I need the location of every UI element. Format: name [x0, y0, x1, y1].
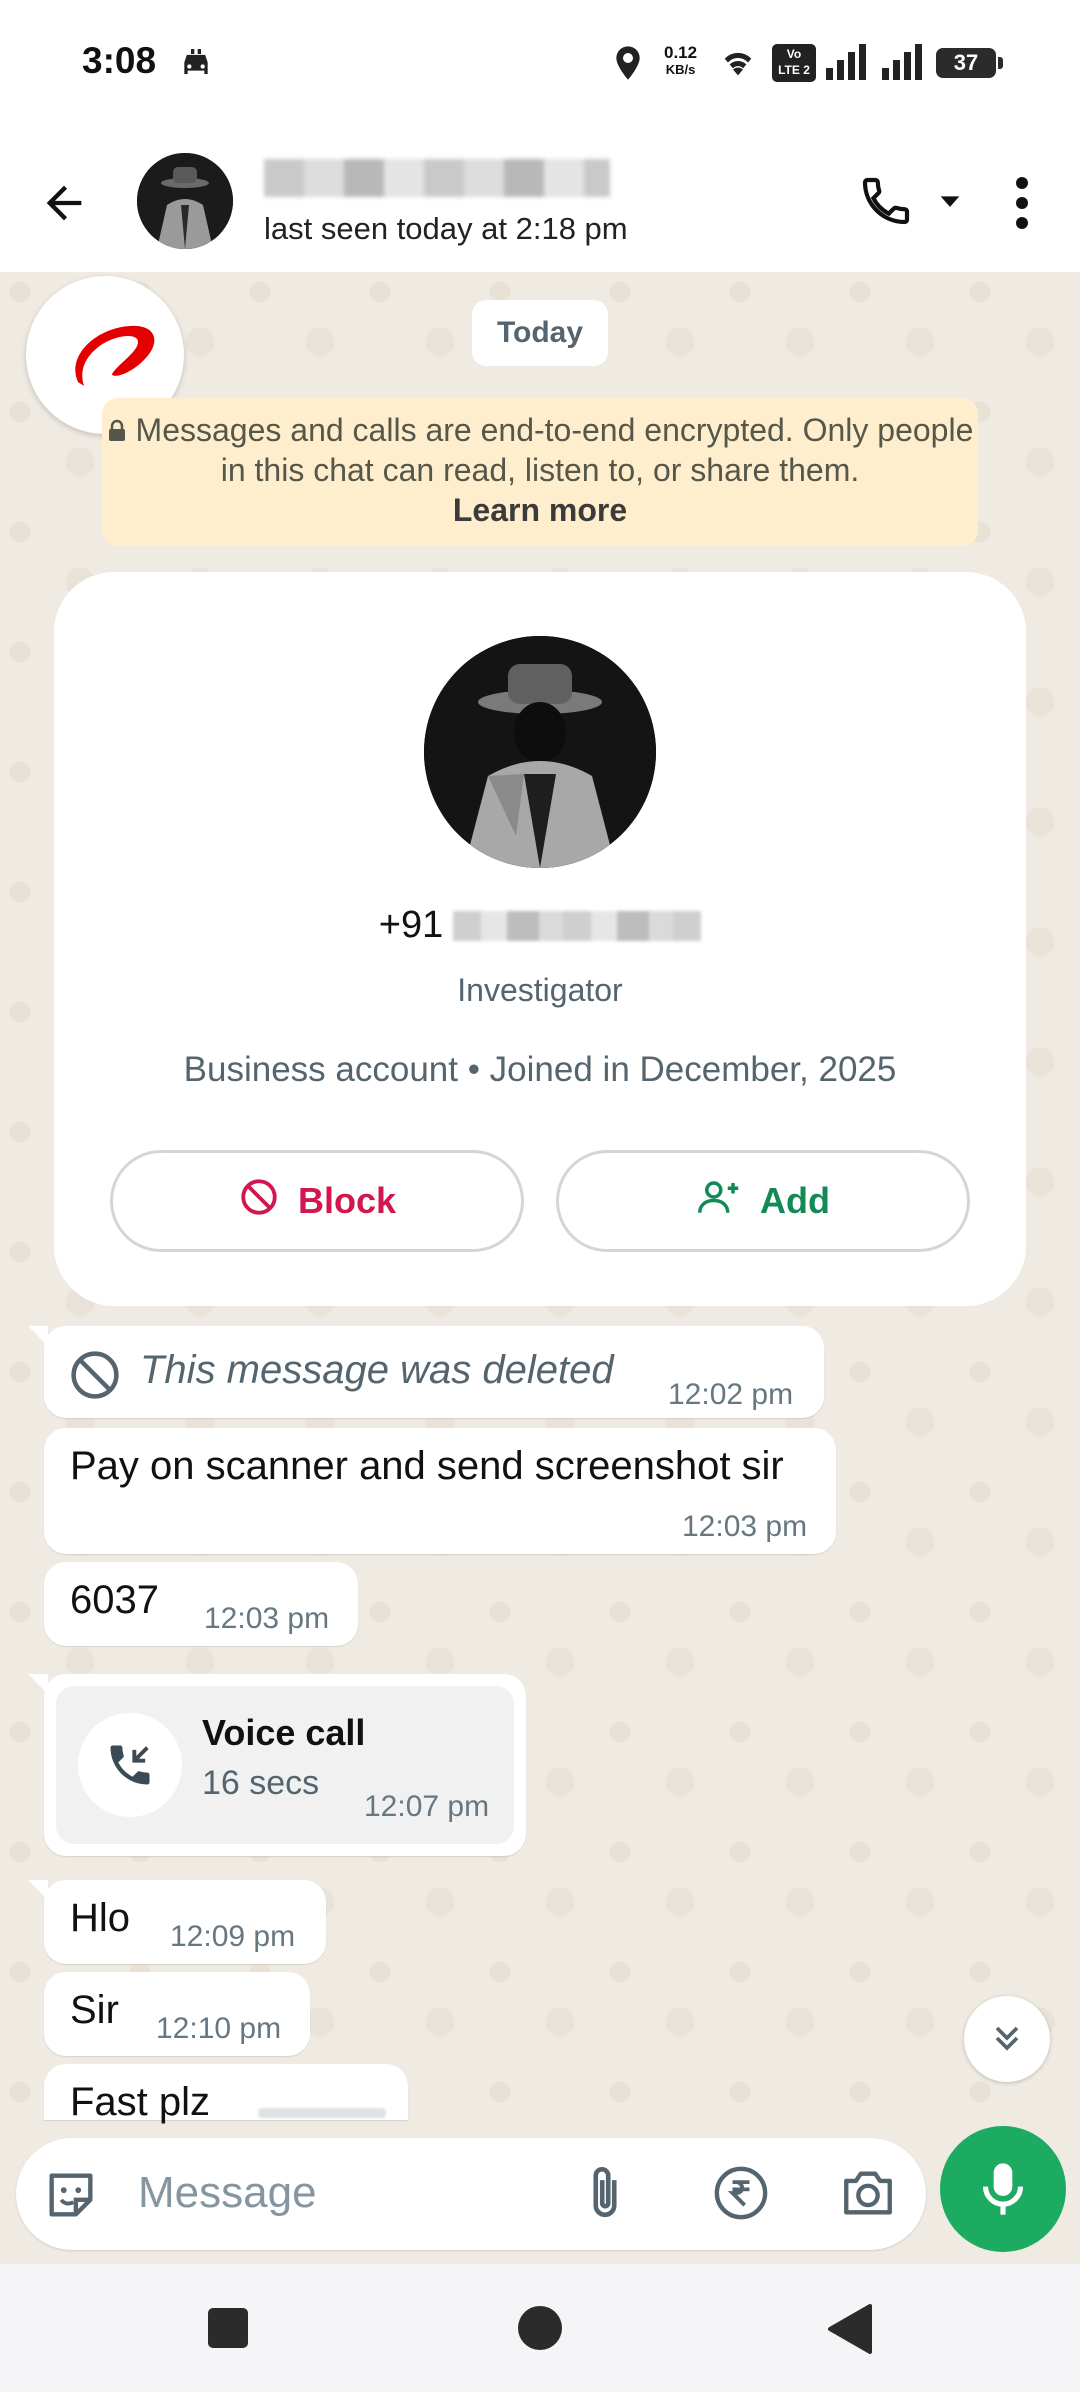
block-label: Block	[297, 1180, 397, 1221]
recent-apps-square-icon[interactable]	[208, 2308, 248, 2348]
block-button[interactable]: Block	[110, 1150, 524, 1252]
message-time: 12:03 pm	[204, 1602, 330, 1635]
message-time: 12:03 pm	[682, 1510, 808, 1543]
attachment-icon[interactable]	[582, 2164, 628, 2229]
message-bubble[interactable]: 6037 12:03 pm	[44, 1562, 358, 1646]
volte-label-top: Vo	[786, 47, 802, 61]
profile-title: Investigator	[457, 972, 623, 1008]
system-navigation-bar	[0, 2264, 1080, 2392]
voice-record-button[interactable]	[940, 2126, 1066, 2252]
message-bubble[interactable]: Pay on scanner and send screenshot sir 1…	[44, 1428, 836, 1554]
message-input-bar: Message	[16, 2138, 926, 2250]
incoming-call-icon	[104, 1739, 156, 1796]
signal-icon-sim2	[882, 44, 928, 85]
microphone-icon	[979, 2161, 1027, 2222]
encryption-notice[interactable]: Messages and calls are end-to-end encryp…	[102, 398, 978, 546]
contact-avatar[interactable]	[137, 153, 233, 249]
add-contact-button[interactable]: Add	[556, 1150, 970, 1252]
back-arrow-icon[interactable]	[38, 177, 90, 234]
phone-number-redacted	[453, 911, 702, 941]
last-seen-status: last seen today at 2:18 pm	[264, 211, 628, 246]
location-icon	[608, 42, 648, 89]
profile-meta: Business account • Joined in December, 2…	[183, 1050, 897, 1089]
wifi-icon	[716, 42, 760, 87]
status-time: 3:08	[82, 40, 157, 81]
message-time: 12:02 pm	[668, 1378, 794, 1411]
message-bubble[interactable]: Fast plz	[44, 2064, 408, 2124]
learn-more-link[interactable]: Learn more	[102, 490, 978, 530]
network-speed-unit: KB/s	[665, 62, 696, 77]
double-chevron-down-icon	[987, 2018, 1027, 2063]
payment-rupee-icon[interactable]	[712, 2164, 770, 2227]
missed-call-icon-circle	[78, 1713, 182, 1817]
message-bubble[interactable]: Hlo 12:09 pm	[28, 1880, 326, 1964]
message-time-redacted	[258, 2108, 386, 2118]
call-duration: 16 secs	[202, 1764, 320, 1802]
home-circle-icon[interactable]	[518, 2306, 562, 2350]
call-dropdown-icon[interactable]	[936, 187, 964, 220]
voice-call-bubble[interactable]: Voice call 16 secs 12:07 pm	[28, 1674, 526, 1856]
message-text: 6037	[70, 1578, 159, 1622]
voice-call-card[interactable]: Voice call 16 secs 12:07 pm	[56, 1686, 514, 1844]
deleted-message-icon	[68, 1348, 122, 1407]
back-triangle-icon[interactable]	[826, 2304, 872, 2359]
status-bar: 3:08 0.12 KB/s Vo LTE 2 37	[0, 0, 1080, 135]
scroll-to-bottom-button[interactable]	[964, 1996, 1050, 2082]
chat-header: last seen today at 2:18 pm	[0, 135, 1080, 272]
profile-avatar[interactable]	[424, 636, 656, 868]
profile-phone-number: +91	[54, 904, 1026, 947]
message-bubble-deleted[interactable]: This message was deleted 12:02 pm	[28, 1326, 824, 1418]
message-text: Fast plz	[70, 2080, 211, 2124]
message-bubble[interactable]: Sir 12:10 pm	[44, 1972, 310, 2056]
volte-label-bottom: LTE 2	[778, 63, 810, 77]
signal-icon-sim1	[826, 44, 872, 85]
business-profile-card: +91 Investigator Business account • Join…	[54, 572, 1026, 1306]
message-text: This message was deleted	[140, 1348, 614, 1392]
date-separator: Today	[472, 300, 608, 366]
message-time: 12:07 pm	[364, 1790, 490, 1823]
message-time: 12:09 pm	[170, 1920, 296, 1953]
encryption-notice-text: Messages and calls are end-to-end encryp…	[135, 412, 974, 488]
message-text: Pay on scanner and send screenshot sir	[70, 1444, 784, 1488]
battery-indicator: 37	[936, 48, 1003, 78]
volte-icon: Vo LTE 2	[772, 44, 816, 82]
add-label: Add	[760, 1180, 830, 1221]
message-time: 12:10 pm	[156, 2012, 282, 2045]
camera-icon[interactable]	[838, 2164, 898, 2227]
sticker-icon[interactable]	[42, 2166, 100, 2229]
block-icon	[238, 1176, 280, 1227]
driving-mode-icon	[176, 44, 216, 89]
call-type-label: Voice call	[202, 1712, 366, 1753]
phone-call-icon[interactable]	[858, 173, 914, 234]
message-input[interactable]: Message	[138, 2168, 317, 2218]
network-speed-value: 0.12	[664, 43, 698, 62]
network-speed: 0.12 KB/s	[664, 44, 697, 78]
more-options-icon[interactable]	[1002, 175, 1042, 236]
add-person-icon	[696, 1176, 742, 1227]
phone-prefix: +91	[378, 904, 444, 946]
lock-icon	[107, 412, 136, 448]
message-text: Sir	[70, 1988, 119, 2032]
message-text: Hlo	[70, 1896, 131, 1940]
contact-name-redacted[interactable]	[264, 159, 610, 197]
